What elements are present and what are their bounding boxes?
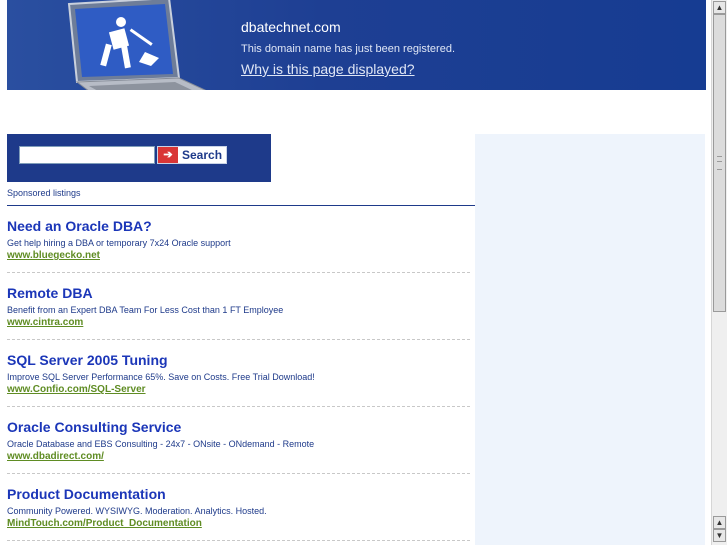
listing-title[interactable]: Remote DBA	[7, 285, 93, 301]
header-banner: dbatechnet.com This domain name has just…	[7, 0, 706, 90]
vertical-scrollbar[interactable]: ▲ ▲ ▼	[711, 0, 727, 545]
search-input[interactable]	[19, 146, 155, 164]
arrow-right-icon: ➔	[158, 147, 178, 163]
listing-description: Get help hiring a DBA or temporary 7x24 …	[7, 238, 231, 248]
listing-item: Need an Oracle DBA? Get help hiring a DB…	[7, 206, 470, 273]
chevron-up-icon[interactable]: ▲	[713, 516, 726, 529]
why-displayed-link[interactable]: Why is this page displayed?	[241, 61, 415, 77]
laptop-construction-icon	[67, 0, 207, 90]
listing-url[interactable]: www.Confio.com/SQL-Server	[7, 384, 146, 395]
listing-item: Product Documentation Community Powered.…	[7, 474, 470, 541]
listing-title[interactable]: Need an Oracle DBA?	[7, 218, 152, 234]
listing-description: Community Powered. WYSIWYG. Moderation. …	[7, 506, 267, 516]
scrollbar-thumb[interactable]	[713, 14, 726, 312]
search-box: ➔ Search	[7, 134, 271, 182]
listing-title[interactable]: Oracle Consulting Service	[7, 419, 181, 435]
listing-url[interactable]: www.cintra.com	[7, 317, 83, 328]
right-panel	[475, 134, 705, 545]
listing-url[interactable]: MindTouch.com/Product_Documentation	[7, 518, 202, 529]
listing-url[interactable]: www.dbadirect.com/	[7, 451, 104, 462]
listing-description: Benefit from an Expert DBA Team For Less…	[7, 305, 284, 315]
listing-item: Oracle Consulting Service Oracle Databas…	[7, 407, 470, 474]
listing-item: Remote DBA Benefit from an Expert DBA Te…	[7, 273, 470, 340]
listing-item: SQL Server 2005 Tuning Improve SQL Serve…	[7, 340, 470, 407]
listing-description: Improve SQL Server Performance 65%. Save…	[7, 372, 315, 382]
listing-url[interactable]: www.bluegecko.net	[7, 250, 100, 261]
listing-description: Oracle Database and EBS Consulting - 24x…	[7, 439, 315, 449]
listing-title[interactable]: SQL Server 2005 Tuning	[7, 352, 168, 368]
registered-message: This domain name has just been registere…	[241, 43, 456, 55]
sponsored-label: Sponsored listings	[7, 188, 81, 198]
listing-title[interactable]: Product Documentation	[7, 486, 166, 502]
grip-icon	[717, 156, 722, 170]
chevron-up-icon[interactable]: ▲	[713, 1, 726, 14]
page: dbatechnet.com This domain name has just…	[0, 0, 711, 545]
chevron-down-icon[interactable]: ▼	[713, 529, 726, 542]
domain-name: dbatechnet.com	[241, 19, 341, 35]
search-button-label: Search	[182, 148, 223, 162]
sponsored-listings: Need an Oracle DBA? Get help hiring a DB…	[7, 206, 470, 541]
search-button[interactable]: ➔ Search	[157, 146, 227, 164]
